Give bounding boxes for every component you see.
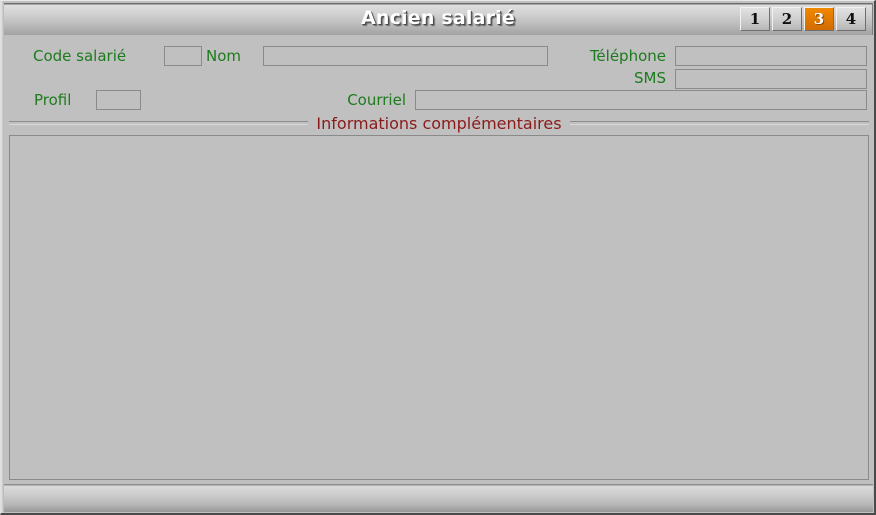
- tab-3[interactable]: 3: [804, 7, 834, 31]
- sms-input[interactable]: [675, 69, 867, 89]
- section-separator: Informations complémentaires: [9, 113, 869, 133]
- code-salarie-input[interactable]: [164, 46, 202, 66]
- application-window: Ancien salarié 1 2 3 4 Code salarié Nom …: [0, 0, 876, 515]
- nom-label: Nom: [206, 47, 242, 65]
- tab-4[interactable]: 4: [836, 7, 866, 31]
- tab-strip: 1 2 3 4: [740, 7, 866, 31]
- separator-line-left: [9, 121, 309, 125]
- section-title: Informations complémentaires: [316, 113, 562, 133]
- informations-complementaires-panel[interactable]: [9, 135, 869, 480]
- profil-label: Profil: [34, 91, 72, 109]
- profil-input[interactable]: [96, 90, 141, 110]
- telephone-label: Téléphone: [589, 47, 666, 65]
- courriel-input[interactable]: [415, 90, 867, 110]
- code-salarie-label: Code salarié: [33, 47, 127, 65]
- telephone-input[interactable]: [675, 46, 867, 66]
- separator-line-right: [569, 121, 869, 125]
- tab-2[interactable]: 2: [772, 7, 802, 31]
- title-bar: Ancien salarié 1 2 3 4: [4, 3, 873, 35]
- window-left-bevel: [1, 1, 4, 513]
- status-bar: [4, 484, 873, 512]
- sms-label: SMS: [634, 69, 666, 87]
- courriel-label: Courriel: [347, 91, 406, 109]
- tab-1[interactable]: 1: [740, 7, 770, 31]
